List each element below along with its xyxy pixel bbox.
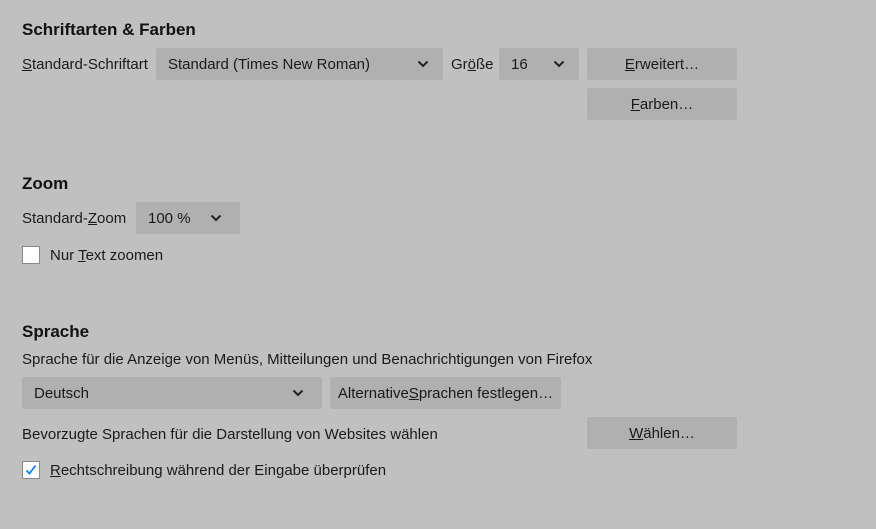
zoom-heading: Zoom	[22, 174, 69, 193]
default-font-value: Standard (Times New Roman)	[168, 55, 371, 73]
choose-languages-button[interactable]: Wählen…	[587, 417, 737, 449]
ui-language-value: Deutsch	[34, 384, 90, 402]
chevron-down-icon	[210, 214, 222, 222]
default-zoom-select[interactable]: 100 %	[136, 202, 240, 234]
default-zoom-value: 100 %	[148, 209, 191, 227]
chevron-down-icon	[417, 60, 429, 68]
chevron-down-icon	[292, 389, 304, 397]
fonts-heading: Schriftarten & Farben	[22, 20, 196, 39]
advanced-button[interactable]: Erweitert…	[587, 48, 737, 80]
colors-button[interactable]: Farben…	[587, 88, 737, 120]
text-only-zoom-checkbox[interactable]	[22, 246, 40, 264]
spellcheck-checkbox[interactable]	[22, 461, 40, 479]
default-zoom-label: Standard-Zoom	[22, 210, 127, 227]
chevron-down-icon	[553, 60, 565, 68]
ui-language-description: Sprache für die Anzeige von Menüs, Mitte…	[22, 351, 593, 368]
language-heading: Sprache	[22, 322, 90, 341]
text-only-zoom-label: Nur Text zoomen	[50, 247, 164, 264]
font-size-select[interactable]: 16	[499, 48, 579, 80]
default-font-select[interactable]: Standard (Times New Roman)	[156, 48, 443, 80]
spellcheck-label: Rechtschreibung während der Eingabe über…	[50, 462, 387, 479]
default-font-label: Standard-Schriftart	[22, 56, 148, 73]
font-size-value: 16	[511, 55, 528, 73]
web-languages-description: Bevorzugte Sprachen für die Darstellung …	[22, 426, 438, 443]
size-label: Größe	[451, 56, 494, 73]
alternative-languages-button[interactable]: Alternative Sprachen festlegen…	[330, 377, 561, 409]
check-icon	[25, 464, 37, 475]
ui-language-select[interactable]: Deutsch	[22, 377, 322, 409]
